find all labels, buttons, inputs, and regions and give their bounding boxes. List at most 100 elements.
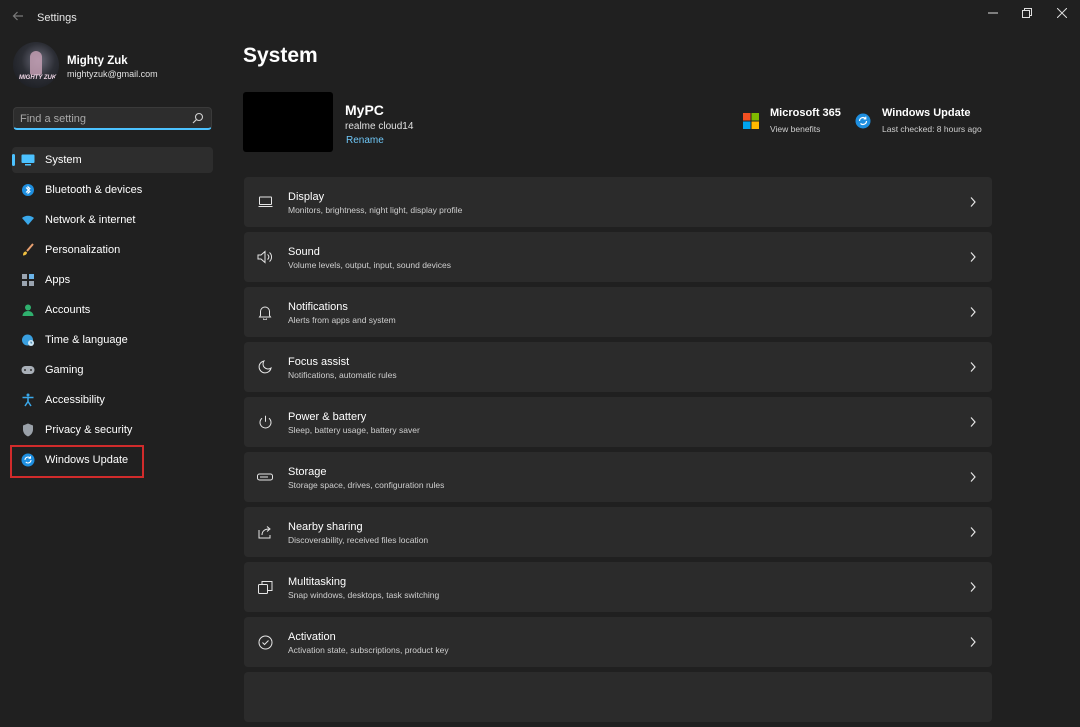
chevron-right-icon — [970, 252, 976, 262]
page-title: System — [243, 44, 318, 67]
card-notifications[interactable]: Notifications Alerts from apps and syste… — [244, 287, 992, 337]
card-subtitle: Snap windows, desktops, task switching — [288, 590, 440, 600]
moon-icon — [257, 359, 273, 375]
sidebar-item-accessibility[interactable]: Accessibility — [12, 387, 213, 413]
sidebar-item-personalization[interactable]: Personalization — [12, 237, 213, 263]
sidebar-item-privacy-security[interactable]: Privacy & security — [12, 417, 213, 443]
device-name: MyPC — [345, 102, 384, 118]
chevron-right-icon — [970, 417, 976, 427]
sidebar-item-label: System — [45, 154, 82, 166]
card-storage[interactable]: Storage Storage space, drives, configura… — [244, 452, 992, 502]
sidebar-item-bluetooth[interactable]: Bluetooth & devices — [12, 177, 213, 203]
microsoft-logo-icon — [743, 113, 759, 129]
sidebar-item-label: Gaming — [45, 364, 84, 376]
restore-button[interactable] — [1010, 0, 1044, 26]
card-subtitle: Activation state, subscriptions, product… — [288, 645, 449, 655]
card-focus-assist[interactable]: Focus assist Notifications, automatic ru… — [244, 342, 992, 392]
speaker-icon — [257, 249, 273, 265]
multitask-icon — [257, 579, 273, 595]
quick-subtitle: Last checked: 8 hours ago — [882, 124, 982, 134]
sidebar-item-label: Bluetooth & devices — [45, 184, 143, 196]
sidebar-item-accounts[interactable]: Accounts — [12, 297, 213, 323]
sidebar-item-label: Privacy & security — [45, 424, 133, 436]
card-title: Storage — [288, 466, 327, 478]
card-subtitle: Alerts from apps and system — [288, 315, 396, 325]
bell-icon — [257, 304, 273, 320]
quick-title: Microsoft 365 — [770, 107, 841, 119]
brush-icon — [21, 243, 35, 257]
card-sound[interactable]: Sound Volume levels, output, input, soun… — [244, 232, 992, 282]
card-title: Display — [288, 191, 325, 203]
card-activation[interactable]: Activation Activation state, subscriptio… — [244, 617, 992, 667]
chevron-right-icon — [970, 307, 976, 317]
quick-title: Windows Update — [882, 107, 971, 119]
avatar[interactable]: MIGHTY ZUK — [13, 42, 59, 88]
sidebar-nav: System Bluetooth & devices Network & int… — [12, 147, 213, 477]
chevron-right-icon — [970, 362, 976, 372]
card-title: Activation — [288, 631, 336, 643]
check-circle-icon — [257, 634, 273, 650]
apps-icon — [21, 273, 35, 287]
title-bar: Settings — [0, 0, 1080, 36]
user-name: Mighty Zuk — [67, 55, 128, 67]
person-icon — [21, 303, 35, 317]
card-title: Notifications — [288, 301, 348, 313]
close-button[interactable] — [1045, 0, 1079, 26]
update-icon — [855, 113, 871, 129]
search-icon[interactable] — [192, 112, 204, 124]
search-input[interactable] — [20, 111, 180, 127]
device-model: realme cloud14 — [345, 121, 414, 132]
power-icon — [257, 414, 273, 430]
accessibility-icon — [21, 393, 35, 407]
sidebar-item-gaming[interactable]: Gaming — [12, 357, 213, 383]
sidebar-item-label: Personalization — [45, 244, 121, 256]
avatar-logo-text: MIGHTY ZUK — [19, 75, 57, 81]
globe-clock-icon — [21, 333, 35, 347]
card-title: Sound — [288, 246, 320, 258]
card-title: Power & battery — [288, 411, 367, 423]
storage-icon — [257, 469, 273, 485]
rename-link[interactable]: Rename — [346, 135, 384, 146]
card-title: Multitasking — [288, 576, 347, 588]
card-multitasking[interactable]: Multitasking Snap windows, desktops, tas… — [244, 562, 992, 612]
card-partial[interactable] — [244, 672, 992, 722]
card-power-battery[interactable]: Power & battery Sleep, battery usage, ba… — [244, 397, 992, 447]
sidebar-item-time-language[interactable]: Time & language — [12, 327, 213, 353]
chevron-right-icon — [970, 472, 976, 482]
sidebar-item-label: Accounts — [45, 304, 91, 316]
sidebar-item-label: Accessibility — [45, 394, 105, 406]
back-arrow-icon[interactable] — [10, 9, 26, 25]
sidebar-item-apps[interactable]: Apps — [12, 267, 213, 293]
card-title: Focus assist — [288, 356, 350, 368]
user-email: mightyzuk@gmail.com — [67, 69, 158, 79]
chevron-right-icon — [970, 582, 976, 592]
card-subtitle: Notifications, automatic rules — [288, 370, 397, 380]
sidebar-item-label: Time & language — [45, 334, 128, 346]
shield-icon — [21, 423, 35, 437]
window-title: Settings — [37, 12, 77, 24]
card-subtitle: Volume levels, output, input, sound devi… — [288, 260, 452, 270]
minimize-button[interactable] — [976, 0, 1010, 26]
card-title: Nearby sharing — [288, 521, 363, 533]
monitor-icon — [21, 153, 35, 167]
chevron-right-icon — [970, 637, 976, 647]
card-subtitle: Sleep, battery usage, battery saver — [288, 425, 420, 435]
chevron-right-icon — [970, 197, 976, 207]
share-icon — [257, 524, 273, 540]
chevron-right-icon — [970, 527, 976, 537]
search-box[interactable] — [13, 107, 212, 130]
sidebar-item-system[interactable]: System — [12, 147, 213, 173]
quick-subtitle: View benefits — [770, 124, 821, 134]
windows-update-highlight — [10, 445, 144, 478]
card-subtitle: Storage space, drives, configuration rul… — [288, 480, 445, 490]
sidebar-item-label: Apps — [45, 274, 71, 286]
gamepad-icon — [21, 363, 35, 377]
card-display[interactable]: Display Monitors, brightness, night ligh… — [244, 177, 992, 227]
display-icon — [257, 194, 273, 210]
active-indicator — [12, 154, 15, 166]
sidebar-item-label: Network & internet — [45, 214, 136, 226]
card-subtitle: Monitors, brightness, night light, displ… — [288, 205, 463, 215]
sidebar-item-network[interactable]: Network & internet — [12, 207, 213, 233]
card-nearby-sharing[interactable]: Nearby sharing Discoverability, received… — [244, 507, 992, 557]
settings-list: Display Monitors, brightness, night ligh… — [244, 177, 992, 727]
